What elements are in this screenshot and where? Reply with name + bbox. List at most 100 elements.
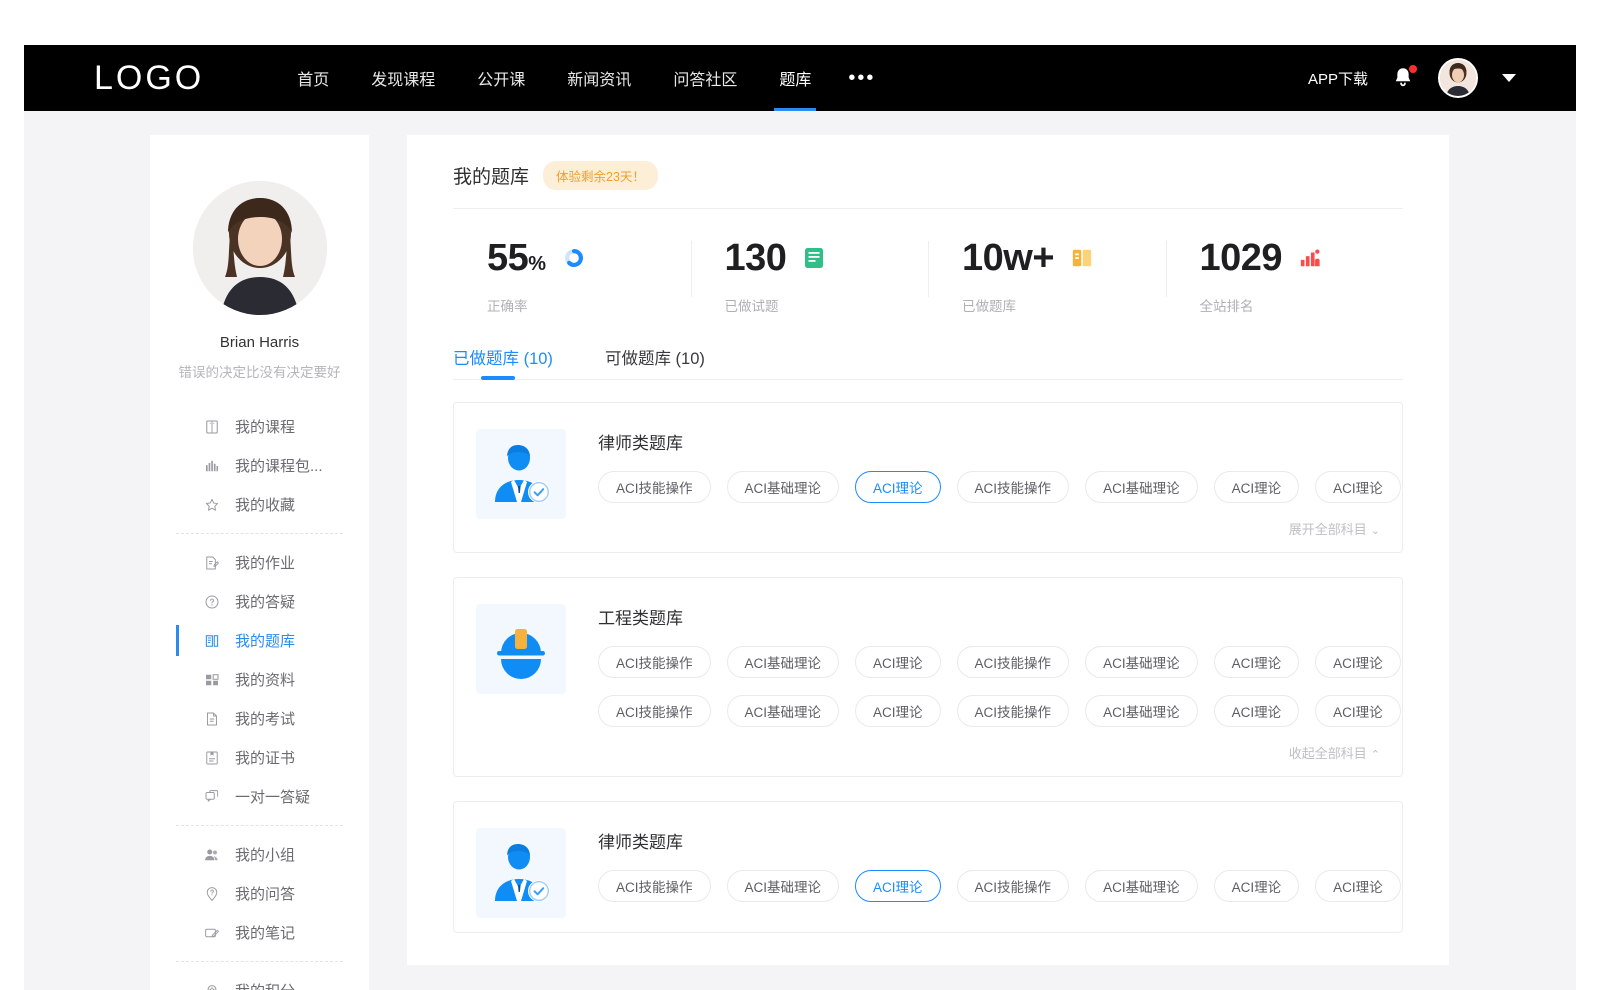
card-title: 律师类题库	[598, 828, 1380, 853]
subject-tag[interactable]: ACI技能操作	[957, 646, 1070, 678]
subject-tag[interactable]: ACI理论	[1214, 695, 1300, 727]
subject-tag[interactable]: ACI基础理论	[727, 695, 840, 727]
sidebar-user-name: Brian Harris	[150, 334, 369, 351]
subject-tag[interactable]: ACI技能操作	[598, 471, 711, 503]
sidebar-item-2[interactable]: 我的收藏	[150, 485, 369, 524]
ranking-icon	[1299, 246, 1321, 270]
card-thumbnail[interactable]	[476, 604, 566, 694]
sidebar-item-6[interactable]: 我的题库	[150, 621, 369, 660]
book-icon	[203, 418, 221, 436]
sidebar-menu: 我的课程我的课程包...我的收藏我的作业我的答疑我的题库我的资料我的考试我的证书…	[150, 407, 369, 990]
subject-tag[interactable]: ACI基础理论	[1085, 870, 1198, 902]
stat-label: 全站排名	[1200, 295, 1404, 315]
stat-value: 1029	[1200, 239, 1283, 277]
subject-tag[interactable]: ACI理论	[855, 471, 941, 503]
stat-label: 已做题库	[962, 295, 1166, 315]
card-body: 律师类题库ACI技能操作ACI基础理论ACI理论ACI技能操作ACI基础理论AC…	[598, 429, 1380, 538]
stats-row: 55% 正确率130 已做试题10w+ 已做题库1029 全站排名	[453, 235, 1403, 315]
green-book-icon	[803, 246, 825, 270]
tab-1[interactable]: 可做题库 (10)	[605, 345, 705, 380]
exam-paper-icon	[203, 710, 221, 728]
subject-tag-row: ACI技能操作ACI基础理论ACI理论ACI技能操作ACI基础理论ACI理论AC…	[598, 471, 1380, 503]
card-title: 工程类题库	[598, 604, 1380, 629]
subject-tag[interactable]: ACI基础理论	[727, 870, 840, 902]
card-thumbnail[interactable]	[476, 828, 566, 918]
subject-tag[interactable]: ACI基础理论	[1085, 695, 1198, 727]
sidebar-item-12[interactable]: 我的小组	[150, 835, 369, 874]
tab-0[interactable]: 已做题库 (10)	[453, 345, 553, 380]
subject-tag[interactable]: ACI理论	[1214, 471, 1300, 503]
nav-item-3[interactable]: 公开课	[456, 45, 546, 111]
sidebar-item-label: 我的积分	[235, 980, 295, 990]
lawyer-avatar-icon	[487, 440, 555, 508]
expand-collapse-subjects-button[interactable]: 展开全部科目⌄	[598, 519, 1380, 538]
subject-tag[interactable]: ACI技能操作	[957, 870, 1070, 902]
subject-tag[interactable]: ACI理论	[855, 695, 941, 727]
nav-item-2[interactable]: 发现课程	[350, 45, 456, 111]
sidebar-item-0[interactable]: 我的课程	[150, 407, 369, 446]
card-thumbnail[interactable]	[476, 429, 566, 519]
subject-tag[interactable]: ACI理论	[1315, 870, 1401, 902]
subject-tag[interactable]: ACI技能操作	[598, 646, 711, 678]
question-bank-icon	[203, 632, 221, 650]
stat-value-row: 55%	[487, 235, 691, 281]
sidebar-item-label: 我的问答	[235, 883, 295, 904]
subject-tag[interactable]: ACI理论	[1214, 870, 1300, 902]
expand-collapse-label: 收起全部科目	[1289, 746, 1367, 761]
subject-tag[interactable]: ACI技能操作	[598, 870, 711, 902]
subject-tag[interactable]: ACI基础理论	[727, 471, 840, 503]
ranking-icon	[1299, 247, 1321, 269]
expand-collapse-subjects-button[interactable]: 收起全部科目⌃	[598, 743, 1380, 762]
nav-item-6[interactable]: 题库	[758, 45, 832, 111]
question-bank-card: 律师类题库 ACI技能操作 ACI基础理论 ACI理论 ACI技能操作 ACI基础理论 AC…	[453, 801, 1403, 933]
star-icon	[203, 496, 221, 514]
sidebar-item-label: 我的课程	[235, 416, 295, 437]
chevron-down-icon[interactable]	[1502, 74, 1516, 82]
subject-tag[interactable]: ACI技能操作	[598, 695, 711, 727]
stat-number: 10w+	[962, 237, 1054, 279]
sidebar-item-5[interactable]: 我的答疑	[150, 582, 369, 621]
bar-chart-icon	[203, 457, 221, 475]
notification-bell-icon[interactable]	[1390, 65, 1416, 91]
app-download-link[interactable]: APP下载	[1308, 68, 1368, 89]
user-avatar[interactable]	[1438, 58, 1478, 98]
subject-tag[interactable]: ACI基础理论	[1085, 471, 1198, 503]
green-book-icon	[803, 246, 825, 270]
sidebar-item-10[interactable]: 一对一答疑	[150, 777, 369, 816]
site-logo[interactable]: LOGO	[94, 59, 204, 98]
sidebar-item-8[interactable]: 我的考试	[150, 699, 369, 738]
subject-tag[interactable]: ACI理论	[1315, 471, 1401, 503]
sidebar-item-9[interactable]: 我的证书	[150, 738, 369, 777]
certificate-icon	[203, 749, 221, 767]
star-icon	[203, 496, 221, 514]
question-bank-card: 律师类题库ACI技能操作ACI基础理论ACI理论ACI技能操作ACI基础理论AC…	[453, 402, 1403, 553]
subject-tag[interactable]: ACI理论	[1315, 695, 1401, 727]
sidebar-item-label: 我的证书	[235, 747, 295, 768]
nav-item-4[interactable]: 新闻资讯	[546, 45, 652, 111]
qa-pin-icon	[203, 885, 221, 903]
expand-collapse-label: 展开全部科目	[1289, 522, 1367, 537]
profile-photo-glyph	[193, 181, 327, 315]
sidebar-item-16[interactable]: 我的积分	[150, 971, 369, 990]
subject-tag[interactable]: ACI理论	[855, 646, 941, 678]
avatar-photo	[1440, 60, 1476, 96]
subject-tag[interactable]: ACI基础理论	[1085, 646, 1198, 678]
page-title: 我的题库	[453, 162, 529, 189]
subject-tag[interactable]: ACI理论	[1315, 646, 1401, 678]
subject-tag[interactable]: ACI基础理论	[727, 646, 840, 678]
stat-value: 10w+	[962, 239, 1054, 277]
sidebar-item-13[interactable]: 我的问答	[150, 874, 369, 913]
subject-tag[interactable]: ACI技能操作	[957, 695, 1070, 727]
medal-icon	[203, 982, 221, 990]
sidebar-item-14[interactable]: 我的笔记	[150, 913, 369, 952]
sidebar-item-1[interactable]: 我的课程包...	[150, 446, 369, 485]
stat-unit: %	[528, 253, 545, 275]
sidebar-item-7[interactable]: 我的资料	[150, 660, 369, 699]
nav-item-1[interactable]: 首页	[276, 45, 350, 111]
subject-tag[interactable]: ACI理论	[855, 870, 941, 902]
subject-tag[interactable]: ACI理论	[1214, 646, 1300, 678]
subject-tag[interactable]: ACI技能操作	[957, 471, 1070, 503]
sidebar-item-4[interactable]: 我的作业	[150, 543, 369, 582]
more-nav-icon[interactable]: •••	[832, 45, 891, 111]
nav-item-5[interactable]: 问答社区	[652, 45, 758, 111]
